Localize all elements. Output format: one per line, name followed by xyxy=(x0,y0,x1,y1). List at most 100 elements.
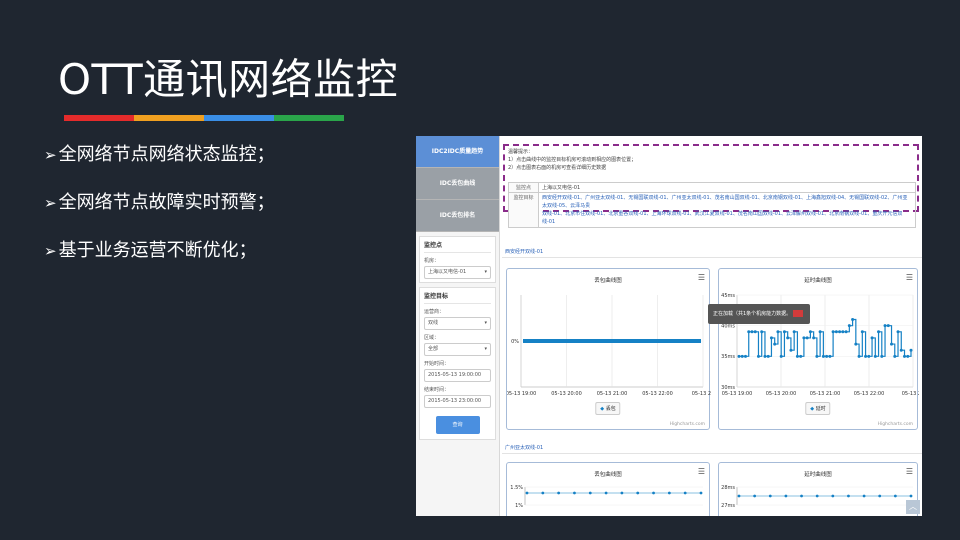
data-point xyxy=(867,354,871,358)
data-point xyxy=(886,324,890,328)
data-point xyxy=(893,354,897,358)
data-point xyxy=(800,494,803,498)
hint-title: 温馨提示： xyxy=(508,149,534,155)
region-select[interactable]: 全部 ▾ xyxy=(424,343,491,356)
bullet-item: ➢ 基于业务运营不断优化； xyxy=(44,238,275,286)
start-time-label: 开始时间： xyxy=(424,361,450,367)
chevron-down-icon: ▾ xyxy=(484,269,487,275)
data-point xyxy=(838,330,842,334)
bullet-arrow-icon: ➢ xyxy=(44,194,57,212)
data-point xyxy=(847,324,851,328)
data-point xyxy=(699,491,703,495)
latency-chart-2: 延时曲线图 ☰ 28ms 27ms xyxy=(718,462,918,516)
bullet-item: ➢ 全网络节点网络状态监控； xyxy=(44,142,275,190)
data-point xyxy=(870,336,874,340)
operator-select-value: 双线 xyxy=(428,320,439,326)
x-tick-label: 05-13 21:00 xyxy=(810,391,841,397)
scroll-top-button[interactable]: ︿ xyxy=(906,500,920,514)
y-tick-label: 0% xyxy=(511,339,519,345)
section-label-1[interactable]: 西安经开双线-01 xyxy=(505,248,543,255)
data-point xyxy=(873,354,877,358)
data-point xyxy=(747,330,751,334)
data-point xyxy=(808,330,812,334)
table-row: 监控目标 西安经开双线-01、广州亚太双线-01、无锡国联双线-01、广州亚太双… xyxy=(508,192,916,228)
target-links-line-1[interactable]: 西安经开双线-01、广州亚太双线-01、无锡国联双线-01、广州亚太双线-01、… xyxy=(542,194,912,210)
target-links-line-2[interactable]: 双线-01、北京市住双线-01、北京重谷双线-01、上海环球双线-01、武汉江夏… xyxy=(542,210,912,226)
data-point xyxy=(880,354,884,358)
x-tick-label: 05-13 21:00 xyxy=(597,391,628,397)
data-point xyxy=(776,330,780,334)
y-tick-label: 28ms xyxy=(721,485,735,491)
y-tick-label: 40ms xyxy=(721,323,735,329)
room-select-value: 上海以又电信-01 xyxy=(428,269,467,275)
section-divider xyxy=(502,453,922,454)
x-tick-label: 05-13 20:00 xyxy=(551,391,582,397)
x-tick-label: 05-13 22:00 xyxy=(854,391,885,397)
chart-svg: 28ms 27ms xyxy=(721,485,913,509)
data-point xyxy=(768,494,772,498)
end-time-input[interactable]: 2015-05-13 23:00:00 xyxy=(424,395,491,408)
operator-select[interactable]: 双线 ▾ xyxy=(424,317,491,330)
query-button[interactable]: 查询 xyxy=(435,416,480,434)
data-point xyxy=(769,336,773,340)
data-point xyxy=(805,336,809,340)
room-label: 机房： xyxy=(424,258,440,264)
data-point xyxy=(831,330,835,334)
data-point xyxy=(802,336,806,340)
hint-box: 温馨提示： 1）点击曲线中的监控目标机房可滚动到相应的图表位置； 2）点击图表右… xyxy=(503,144,919,228)
end-time-label: 结束时间： xyxy=(424,387,450,393)
y-tick-label: 1.5% xyxy=(510,485,523,491)
data-point xyxy=(652,491,655,495)
bullet-text: 全网络节点网络状态监控； xyxy=(58,144,275,165)
data-point xyxy=(864,354,868,358)
data-point xyxy=(896,330,900,334)
tab-idc-loss-curve[interactable]: IDC丢包曲线 xyxy=(416,168,499,200)
bullet-arrow-icon: ➢ xyxy=(44,146,57,164)
data-point xyxy=(792,330,796,334)
chart-credit[interactable]: Highcharts.com xyxy=(878,422,913,427)
title-color-bar xyxy=(64,115,344,121)
tab-idc-loss-ranking[interactable]: IDC丢包排名 xyxy=(416,200,499,232)
title-bar-blue xyxy=(204,115,274,121)
data-point xyxy=(636,491,640,495)
main-content: 温馨提示： 1）点击曲线中的监控目标机房可滚动到相应的图表位置； 2）点击图表右… xyxy=(502,136,922,516)
monitoring-screenshot: IDC2IDC质量趋势 IDC丢包曲线 IDC丢包排名 监控点 机房： 上海以又… xyxy=(416,136,922,516)
chevron-down-icon: ▾ xyxy=(484,346,487,352)
data-point xyxy=(903,354,907,358)
hint-value-monitor-target: 西安经开双线-01、广州亚太双线-01、无锡国联双线-01、广州亚太双线-01、… xyxy=(538,192,916,228)
data-point xyxy=(799,354,803,358)
section-label-2[interactable]: 广州亚太双线-01 xyxy=(505,444,543,451)
data-point xyxy=(604,491,608,495)
hint-line-2: 2）点击图表右面的机房可查看详细历史数据 xyxy=(508,165,607,171)
data-point xyxy=(899,348,903,352)
operator-label: 运营商： xyxy=(424,309,445,315)
legend-button[interactable]: ◆ 丢包 xyxy=(595,402,621,415)
start-time-value: 2015-05-13 19:00:00 xyxy=(428,372,482,378)
legend-label: 延时 xyxy=(815,406,826,412)
data-point xyxy=(878,494,882,498)
data-point xyxy=(782,330,786,334)
data-point xyxy=(812,336,816,340)
series-marker-icon: ◆ xyxy=(810,406,815,412)
title-bar-red xyxy=(64,115,134,121)
start-time-input[interactable]: 2015-05-13 19:00:00 xyxy=(424,369,491,382)
chart-credit[interactable]: Highcharts.com xyxy=(670,422,705,427)
hint-key-monitor-point: 监控点 xyxy=(508,182,539,193)
y-tick-label: 27ms xyxy=(721,503,735,509)
legend-button[interactable]: ◆ 延时 xyxy=(805,402,831,415)
data-point xyxy=(815,354,819,358)
x-tick-label: 05-13 19:00 xyxy=(722,391,753,397)
data-point xyxy=(795,354,799,358)
hint-value-monitor-point: 上海以又电信-01 xyxy=(538,182,916,193)
tab-idc-quality-trend[interactable]: IDC2IDC质量趋势 xyxy=(416,136,499,168)
series-marker-icon: ◆ xyxy=(600,406,605,412)
y-tick-label: 45ms xyxy=(721,293,735,299)
room-select[interactable]: 上海以又电信-01 ▾ xyxy=(424,266,491,279)
data-point xyxy=(851,318,855,322)
slide-title: OTT通讯网络监控 xyxy=(58,55,399,104)
data-point xyxy=(909,494,913,498)
close-icon[interactable] xyxy=(793,310,804,317)
data-point xyxy=(854,342,858,346)
region-select-value: 全部 xyxy=(428,346,439,352)
title-bar-orange xyxy=(134,115,204,121)
